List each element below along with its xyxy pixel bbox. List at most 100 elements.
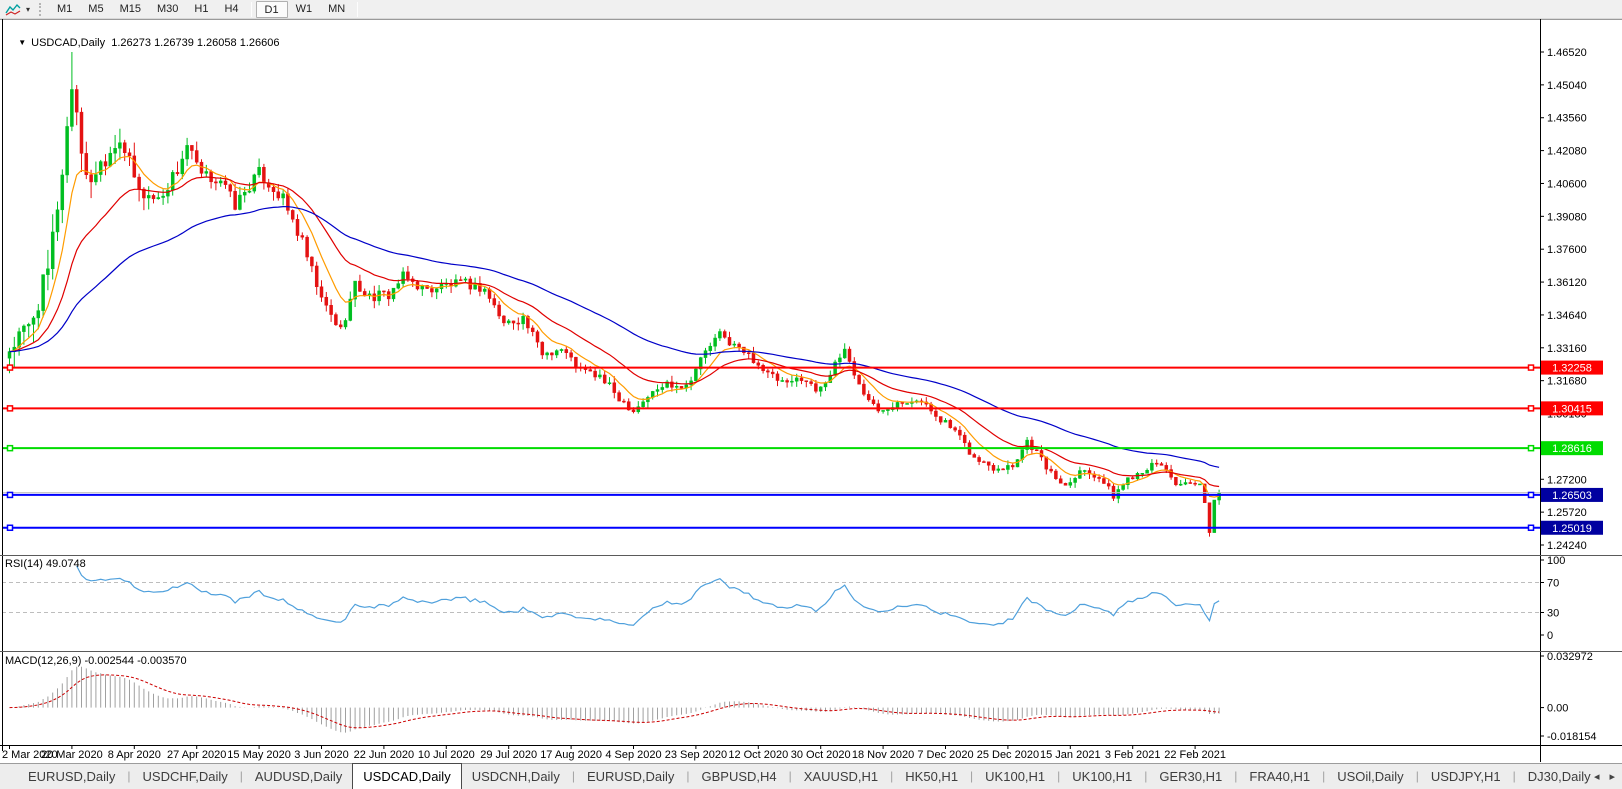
svg-text:12 Oct 2020: 12 Oct 2020 — [728, 749, 788, 761]
svg-text:1.42080: 1.42080 — [1547, 146, 1587, 158]
svg-text:1.30415: 1.30415 — [1552, 403, 1592, 415]
rsi-label: RSI(14) 49.0748 — [5, 558, 86, 570]
timeframe-button-h1[interactable]: H1 — [186, 1, 216, 18]
svg-text:20 Mar 2020: 20 Mar 2020 — [41, 749, 103, 761]
tab-dj30-daily[interactable]: DJ30,Daily — [1518, 765, 1591, 789]
tab-separator: | — [239, 769, 243, 783]
svg-text:100: 100 — [1547, 556, 1565, 567]
macd-label: MACD(12,26,9) -0.002544 -0.003570 — [5, 655, 187, 667]
tab-separator: | — [970, 769, 974, 783]
rsi-indicator-pane[interactable]: 100 70 30 0 — [0, 556, 1622, 652]
svg-text:1.45040: 1.45040 — [1547, 80, 1587, 92]
chart-window: 1.46520 1.45040 1.43560 1.42080 1.40600 1.390… — [0, 19, 1622, 763]
svg-text:1.24240: 1.24240 — [1547, 540, 1587, 552]
svg-text:23 Sep 2020: 23 Sep 2020 — [665, 749, 727, 761]
tab-usdcnh-daily[interactable]: USDCNH,Daily — [462, 765, 570, 789]
tab-eurusd-daily[interactable]: EURUSD,Daily — [18, 765, 125, 789]
svg-text:3 Feb 2021: 3 Feb 2021 — [1105, 749, 1161, 761]
svg-text:1.25019: 1.25019 — [1552, 523, 1592, 535]
chart-menu-icon[interactable]: ▼ — [18, 38, 26, 47]
tab-gbpusd-h4[interactable]: GBPUSD,H4 — [691, 765, 786, 789]
toolbar-separator — [250, 1, 252, 17]
tab-separator: | — [788, 769, 792, 783]
svg-text:1.32258: 1.32258 — [1552, 363, 1592, 375]
svg-text:27 Apr 2020: 27 Apr 2020 — [167, 749, 226, 761]
timeframe-button-w1[interactable]: W1 — [288, 1, 321, 18]
tab-separator: | — [1144, 769, 1148, 783]
svg-text:7 Dec 2020: 7 Dec 2020 — [917, 749, 973, 761]
date-axis[interactable]: 2 Mar 202020 Mar 2020 8 Apr 2020 27 Apr 20… — [0, 745, 1622, 762]
chart-tabs: EURUSD,Daily | USDCHF,Daily | AUDUSD,Daily US… — [0, 763, 1591, 789]
svg-text:30 Oct 2020: 30 Oct 2020 — [791, 749, 851, 761]
tab-usdjpy-h1[interactable]: USDJPY,H1 — [1421, 765, 1511, 789]
timeframe-button-mn[interactable]: MN — [320, 1, 353, 18]
svg-text:0.032972: 0.032972 — [1547, 652, 1593, 663]
timeframe-button-m30[interactable]: M30 — [149, 1, 186, 18]
svg-text:30: 30 — [1547, 608, 1559, 620]
svg-text:0: 0 — [1547, 630, 1553, 642]
tab-usdchf-daily[interactable]: USDCHF,Daily — [133, 765, 238, 789]
chart-tab-bar: EURUSD,Daily | USDCHF,Daily | AUDUSD,Daily US… — [0, 763, 1622, 789]
indicator-lines-icon[interactable] — [0, 1, 26, 18]
svg-text:29 Jul 2020: 29 Jul 2020 — [480, 749, 537, 761]
macd-indicator-pane[interactable]: 0.032972 0.00 -0.018154 — [0, 652, 1622, 745]
svg-text:18 Nov 2020: 18 Nov 2020 — [852, 749, 914, 761]
svg-text:15 Jan 2021: 15 Jan 2021 — [1040, 749, 1101, 761]
svg-text:1.31680: 1.31680 — [1547, 376, 1587, 388]
timeframe-button-d1[interactable]: D1 — [255, 0, 288, 18]
chart-title-ohlc: 1.26273 1.26739 1.26058 1.26606 — [111, 37, 280, 49]
svg-text:1.27200: 1.27200 — [1547, 474, 1587, 486]
svg-text:8 Apr 2020: 8 Apr 2020 — [108, 749, 161, 761]
svg-text:1.46520: 1.46520 — [1547, 47, 1587, 59]
svg-text:1.33160: 1.33160 — [1547, 343, 1587, 355]
svg-text:1.34640: 1.34640 — [1547, 310, 1587, 322]
chart-title-symbol: USDCAD,Daily — [31, 37, 106, 49]
svg-text:1.40600: 1.40600 — [1547, 178, 1587, 190]
tabs-scroll-right-icon[interactable]: ▸ — [1606, 765, 1622, 789]
svg-text:1.28616: 1.28616 — [1552, 443, 1592, 455]
svg-text:-0.018154: -0.018154 — [1547, 731, 1597, 743]
timeframe-button-m5[interactable]: M5 — [80, 1, 111, 18]
svg-text:1.39080: 1.39080 — [1547, 211, 1587, 223]
tab-separator: | — [571, 769, 575, 783]
svg-text:1.37600: 1.37600 — [1547, 244, 1587, 256]
tab-ger30-h1[interactable]: GER30,H1 — [1149, 765, 1232, 789]
svg-text:70: 70 — [1547, 578, 1559, 590]
svg-text:17 Aug 2020: 17 Aug 2020 — [540, 749, 602, 761]
svg-text:0.00: 0.00 — [1547, 703, 1568, 715]
toolbar-separator — [357, 1, 359, 17]
tab-separator: | — [127, 769, 131, 783]
svg-text:22 Feb 2021: 22 Feb 2021 — [1164, 749, 1226, 761]
tab-hk50-h1[interactable]: HK50,H1 — [895, 765, 968, 789]
tab-usoil-daily[interactable]: USOil,Daily — [1327, 765, 1413, 789]
svg-text:1.25720: 1.25720 — [1547, 507, 1587, 519]
tab-uk100-h1[interactable]: UK100,H1 — [975, 765, 1055, 789]
tab-fra40-h1[interactable]: FRA40,H1 — [1239, 765, 1320, 789]
tab-separator: | — [1234, 769, 1238, 783]
main-price-pane[interactable]: 1.46520 1.45040 1.43560 1.42080 1.40600 1.390… — [0, 19, 1622, 556]
toolbar-grip[interactable] — [39, 2, 44, 16]
tab-separator: | — [890, 769, 894, 783]
tab-audusd-daily[interactable]: AUDUSD,Daily — [245, 765, 352, 789]
tab-separator: | — [1512, 769, 1516, 783]
tab-separator: | — [1322, 769, 1326, 783]
timeframe-button-m1[interactable]: M1 — [49, 1, 80, 18]
toolbar-dropdown-caret-icon[interactable]: ▾ — [26, 5, 30, 14]
svg-text:22 Jun 2020: 22 Jun 2020 — [354, 749, 415, 761]
tab-usdcad-daily[interactable]: USDCAD,Daily — [352, 763, 462, 789]
svg-text:25 Dec 2020: 25 Dec 2020 — [977, 749, 1039, 761]
svg-text:15 May 2020: 15 May 2020 — [227, 749, 291, 761]
top-toolbar: ▾ M1 M5 M15 M30 H1 H4 D1 W1 MN — [0, 0, 1622, 19]
tabs-scroll-left-icon[interactable]: ◂ — [1591, 765, 1607, 789]
tab-separator: | — [1415, 769, 1419, 783]
tab-separator: | — [686, 769, 690, 783]
tab-eurusd-daily[interactable]: EURUSD,Daily — [577, 765, 684, 789]
tab-xauusd-h1[interactable]: XAUUSD,H1 — [794, 765, 888, 789]
timeframe-button-h4[interactable]: H4 — [216, 1, 246, 18]
tab-uk100-h1[interactable]: UK100,H1 — [1062, 765, 1142, 789]
svg-text:4 Sep 2020: 4 Sep 2020 — [605, 749, 661, 761]
svg-text:3 Jun 2020: 3 Jun 2020 — [294, 749, 348, 761]
svg-text:1.36120: 1.36120 — [1547, 277, 1587, 289]
svg-text:1.43560: 1.43560 — [1547, 113, 1587, 125]
timeframe-button-m15[interactable]: M15 — [112, 1, 149, 18]
